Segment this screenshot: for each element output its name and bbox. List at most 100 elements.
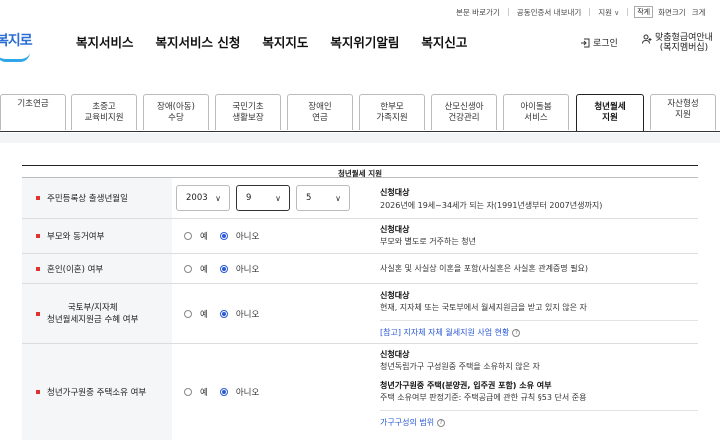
desc-text: 현재, 지자체 또는 국토부에서 월세지원금을 받고 있지 않은 자	[380, 303, 587, 312]
site-logo[interactable]: 복지로	[0, 26, 36, 62]
radio-yes[interactable]: 예	[184, 386, 208, 398]
desc-text-2: 주택 소유여부 판정기준: 주택공급에 관한 규칙 §53 단서 준용	[380, 393, 587, 402]
tab-basic-pension[interactable]: 기초연금	[0, 94, 66, 130]
divider	[380, 410, 698, 411]
radio-yes[interactable]: 예	[184, 230, 208, 242]
required-marker	[36, 311, 40, 316]
divider	[627, 8, 629, 16]
tab-label: 한부모 가족지원	[376, 101, 408, 123]
tab-label: 자산형성 지원	[667, 99, 699, 120]
desc-heading-2: 청년가구원중 주택(분양권, 입주권 포함) 소유 여부	[380, 381, 552, 390]
tab-label: 청년월세 지원	[594, 102, 626, 123]
main-nav: 복지서비스 복지서비스 신청 복지지도 복지위기알림 복지신고	[76, 32, 489, 51]
radio-label: 예	[200, 264, 208, 275]
birth-year-select[interactable]: 2003 ∨	[176, 185, 230, 211]
cert-export-link[interactable]: 공동인증서 내보내기	[509, 7, 589, 18]
tab-disability-pension[interactable]: 장애인 연금	[287, 94, 353, 130]
required-marker	[36, 390, 40, 394]
row-rent-support: 국토부/지자체 청년월세지원금 수혜 여부 예 아니오 신청대상 현재, 지자체 …	[22, 284, 698, 344]
radio-no[interactable]: 아니오	[219, 230, 260, 242]
radio-label: 예	[200, 388, 208, 398]
chevron-down-icon: ∨	[275, 193, 281, 203]
desc-text: 청년독립가구 구성원중 주택을 소유하지 않은 자	[380, 362, 540, 371]
tab-youth-rent[interactable]: 청년월세 지원	[576, 94, 644, 131]
row-description: 신청대상 부모와 별도로 거주하는 청년	[380, 219, 698, 253]
row-parents: 부모와 동거여부 예 아니오 신청대상 부모와 별도로 거주하는 청년	[22, 219, 698, 254]
label-text: 부모와 동거여부	[47, 232, 105, 242]
tab-label: 초중고 교육비지원	[84, 101, 124, 123]
divider	[380, 320, 698, 321]
tab-asset-building[interactable]: 자산형성 지원	[650, 94, 716, 130]
selected-value: 5	[306, 193, 312, 203]
chevron-down-icon: ∨	[335, 193, 341, 203]
logo-swoosh	[0, 52, 30, 62]
birth-day-select[interactable]: 5 ∨	[296, 185, 350, 211]
skip-to-content-link[interactable]: 본문 바로가기	[448, 7, 508, 18]
row-description: 신청대상 현재, 지자체 또는 국토부에서 월세지원금을 받고 있지 않은 자 …	[380, 284, 698, 343]
tab-single-parent[interactable]: 한부모 가족지원	[359, 94, 425, 130]
nav-service-apply[interactable]: 복지서비스 신청	[156, 32, 241, 51]
tab-label: 장애(아동) 수당	[157, 101, 195, 123]
row-label: 청년가구원중 주택소유 여부	[22, 344, 172, 440]
radio-no[interactable]: 아니오	[219, 386, 259, 398]
birth-month-select[interactable]: 9 ∨	[236, 185, 290, 211]
tab-child-care[interactable]: 아이돌봄 서비스	[503, 94, 569, 130]
radio-circle-checked	[219, 309, 228, 318]
selected-value: 9	[246, 193, 252, 203]
radio-circle-checked	[219, 232, 228, 240]
household-scope-link[interactable]: 가구구성의 범위?	[380, 417, 698, 429]
radio-yes[interactable]: 예	[184, 308, 208, 320]
tab-label: 산모신생아 건강관리	[444, 101, 484, 123]
row-birthdate: 주민등록상 출생년월일 2003 ∨ 9 ∨ 5 ∨ 신청대상 2026년에 19세~…	[22, 178, 698, 219]
radio-label: 예	[200, 232, 208, 242]
radio-group: 예 아니오	[172, 219, 372, 253]
desc-text: 부모와 별도로 거주하는 청년	[380, 237, 476, 246]
nav-welfare-map[interactable]: 복지지도	[262, 32, 308, 51]
tab-maternity-care[interactable]: 산모신생아 건강관리	[431, 94, 497, 130]
radio-circle	[184, 264, 192, 273]
radio-circle	[184, 388, 192, 396]
label-text: 혼인(이혼) 여부	[47, 264, 104, 275]
label-text: 청년가구원중 주택소유 여부	[47, 388, 147, 398]
tab-label: 장애인 연금	[308, 101, 332, 123]
required-marker	[36, 234, 40, 238]
label-text: 국토부/지자체 청년월세지원금 수혜 여부	[47, 302, 139, 325]
required-marker	[36, 266, 40, 271]
nav-welfare-services[interactable]: 복지서비스	[76, 32, 134, 51]
row-label: 부모와 동거여부	[22, 219, 172, 253]
login-icon	[581, 38, 590, 47]
radio-circle	[184, 232, 192, 240]
font-size-label: 화면크기	[658, 7, 686, 17]
radio-yes[interactable]: 예	[184, 263, 208, 275]
tab-education-support[interactable]: 초중고 교육비지원	[71, 94, 137, 130]
radio-label: 아니오	[235, 232, 260, 242]
font-small-button[interactable]: 작게	[634, 6, 654, 18]
selected-value: 2003	[186, 193, 208, 203]
birthdate-inputs: 2003 ∨ 9 ∨ 5 ∨	[172, 178, 372, 218]
service-tabs: 기초연금 초중고 교육비지원 장애(아동) 수당 국민기초 생활보장 장애인 연금 한부…	[0, 94, 720, 132]
support-label: 지원	[598, 7, 613, 17]
support-menu[interactable]: 지원 ∨	[590, 7, 627, 18]
nav-crisis-alert[interactable]: 복지위기알림	[330, 32, 399, 51]
radio-label: 예	[200, 309, 208, 320]
nav-welfare-report[interactable]: 복지신고	[421, 32, 467, 51]
required-marker	[36, 196, 40, 200]
tab-basic-livelihood[interactable]: 국민기초 생활보장	[215, 94, 281, 130]
row-housing: 청년가구원중 주택소유 여부 예 아니오 신청대상 청년독립가구 구성원중 주택…	[22, 344, 698, 440]
chevron-down-icon: ∨	[215, 193, 221, 203]
row-description: 사실혼 및 사실상 이혼을 포함(사실혼은 사실혼 관계증명 필요)	[380, 254, 698, 283]
link-text: [참고] 지자체 자체 월세지원 사업 현황	[380, 328, 510, 337]
radio-no[interactable]: 아니오	[219, 263, 259, 275]
row-label: 국토부/지자체 청년월세지원금 수혜 여부	[22, 284, 172, 343]
radio-no[interactable]: 아니오	[219, 308, 259, 320]
custom-benefit-button[interactable]: 맞춤형급여안내 (복지멤버십)	[642, 33, 713, 53]
font-large-button[interactable]: 크게	[689, 7, 709, 18]
user-icon	[642, 34, 652, 44]
tab-disability-allowance[interactable]: 장애(아동) 수당	[143, 94, 209, 130]
local-support-link[interactable]: [참고] 지자체 자체 월세지원 사업 현황?	[380, 327, 698, 339]
login-button[interactable]: 로그인	[580, 36, 618, 49]
desc-text: 사실혼 및 사실상 이혼을 포함(사실혼은 사실혼 관계증명 필요)	[380, 264, 589, 273]
radio-circle-checked	[219, 264, 228, 273]
row-label: 혼인(이혼) 여부	[22, 254, 172, 283]
tab-label: 기초연금	[17, 99, 49, 109]
